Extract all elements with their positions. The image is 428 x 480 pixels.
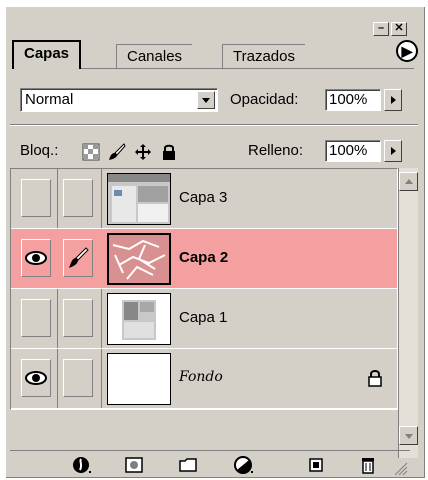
visibility-toggle[interactable] bbox=[21, 299, 51, 337]
eye-icon bbox=[25, 371, 47, 385]
thumbnail-image bbox=[109, 235, 169, 283]
arrow-right-icon bbox=[391, 147, 396, 155]
opacity-label: Opacidad: bbox=[230, 91, 299, 108]
divider bbox=[10, 124, 418, 126]
visibility-toggle[interactable] bbox=[21, 239, 51, 277]
lock-pixels-brush-icon[interactable] bbox=[108, 143, 126, 161]
lock-icon bbox=[368, 370, 382, 387]
link-toggle[interactable] bbox=[63, 299, 93, 337]
arrow-up-icon bbox=[405, 179, 413, 184]
visibility-toggle[interactable] bbox=[21, 359, 51, 397]
blend-mode-value: Normal bbox=[25, 91, 74, 108]
lock-position-move-icon[interactable] bbox=[134, 143, 152, 161]
tab-capas[interactable]: Capas bbox=[12, 40, 82, 69]
brush-icon bbox=[69, 247, 89, 268]
close-button[interactable]: ✕ bbox=[391, 22, 407, 36]
layer-name: Capa 3 bbox=[179, 189, 228, 206]
link-toggle[interactable] bbox=[63, 239, 93, 277]
arrow-right-icon: ▶ bbox=[401, 43, 413, 59]
layer-row-fondo[interactable]: Fondo bbox=[11, 349, 397, 409]
lock-transparency-icon[interactable] bbox=[82, 143, 100, 161]
lock-label: Bloq.: bbox=[20, 142, 59, 159]
resize-grip-icon[interactable] bbox=[394, 462, 408, 476]
layer-row-capa-3[interactable]: Capa 3 bbox=[11, 169, 397, 229]
layer-name: Capa 2 bbox=[179, 249, 229, 266]
new-layer-icon[interactable] bbox=[306, 455, 326, 475]
panel-tabs: Capas Canales Trazados bbox=[12, 40, 422, 69]
tab-canales[interactable]: Canales bbox=[116, 44, 193, 68]
link-toggle[interactable] bbox=[63, 179, 93, 217]
layer-row-capa-2[interactable]: Capa 2 bbox=[11, 229, 397, 289]
adjustment-layer-icon[interactable] bbox=[234, 455, 254, 475]
layers-list: Capa 3 Capa 2 Capa 1 Fondo bbox=[10, 168, 398, 410]
fill-slider-button[interactable] bbox=[384, 140, 402, 162]
opacity-field[interactable]: 100% bbox=[325, 89, 381, 111]
layer-row-capa-1[interactable]: Capa 1 bbox=[11, 289, 397, 349]
visibility-toggle[interactable] bbox=[21, 179, 51, 217]
layer-style-icon[interactable] bbox=[72, 455, 92, 475]
lock-all-icon[interactable] bbox=[160, 143, 178, 161]
dropdown-button[interactable] bbox=[197, 91, 215, 109]
chevron-down-icon bbox=[202, 98, 210, 103]
layer-thumbnail bbox=[107, 293, 171, 345]
arrow-down-icon bbox=[405, 434, 413, 439]
layer-thumbnail bbox=[107, 353, 171, 405]
bottom-toolbar bbox=[10, 450, 410, 478]
layer-thumbnail bbox=[107, 233, 171, 285]
layers-scrollbar[interactable] bbox=[398, 168, 418, 458]
eye-icon bbox=[25, 251, 47, 265]
thumbnail-image bbox=[108, 294, 170, 344]
scroll-down-button[interactable] bbox=[399, 426, 418, 445]
mask-icon[interactable] bbox=[124, 455, 144, 475]
trash-icon[interactable] bbox=[358, 455, 378, 475]
arrow-right-icon bbox=[391, 96, 396, 104]
opacity-slider-button[interactable] bbox=[384, 89, 402, 111]
blend-mode-select[interactable]: Normal bbox=[20, 88, 218, 112]
fill-field[interactable]: 100% bbox=[325, 140, 381, 162]
tab-trazados[interactable]: Trazados bbox=[222, 44, 305, 68]
layer-name: Capa 1 bbox=[179, 309, 228, 326]
link-toggle[interactable] bbox=[63, 359, 93, 397]
fill-label: Relleno: bbox=[248, 142, 304, 159]
panel-menu-button[interactable]: ▶ bbox=[396, 40, 418, 62]
minimize-button[interactable]: – bbox=[373, 22, 389, 36]
layer-name: Fondo bbox=[179, 369, 223, 385]
layer-thumbnail bbox=[107, 173, 171, 225]
thumbnail-image bbox=[108, 174, 170, 224]
scroll-up-button[interactable] bbox=[399, 172, 418, 191]
folder-icon[interactable] bbox=[178, 455, 198, 475]
